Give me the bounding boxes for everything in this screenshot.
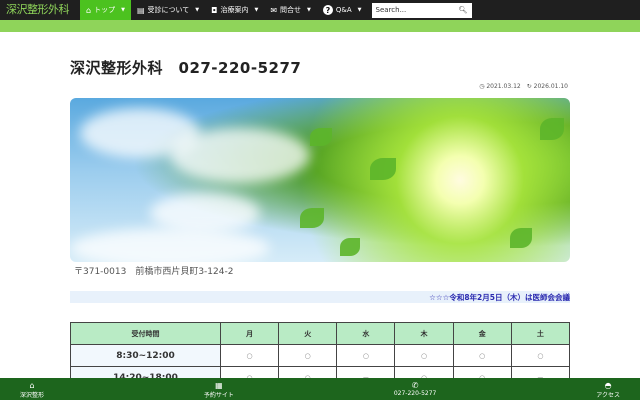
header-cell: 木 [394, 322, 454, 345]
updated-date: ↻ 2026.01.10 [526, 83, 568, 90]
home-icon: ⌂ [29, 381, 35, 390]
hero-image [70, 98, 570, 262]
mail-icon: ✉ [270, 5, 278, 15]
nav-item-treatment[interactable]: ◘ 治療案内 ▼ [205, 0, 264, 20]
nav-item-contact[interactable]: ✉ 問合せ ▼ [264, 0, 317, 20]
search-placeholder: Search... [375, 6, 407, 14]
nav-item-top[interactable]: ⌂ トップ ▼ [80, 0, 131, 20]
nav-item-qa[interactable]: ? Q&A ▼ [317, 0, 368, 20]
search-input[interactable]: Search... 🔍︎ [371, 2, 472, 18]
nav-label: トップ [94, 6, 116, 14]
table-row: 8:30~12:00 ○ ○ ○ ○ ○ ○ [70, 344, 571, 367]
cell: ○ [510, 344, 571, 367]
page-title: 深沢整形外科 027-220-5277 [70, 59, 302, 77]
published-date: ◷ 2021.03.12 [479, 83, 521, 90]
header-cell: 土 [510, 322, 571, 345]
news-ticker[interactable]: ☆☆☆令和8年2月5日（木）は医師会会議 [70, 291, 570, 303]
footer-label: 深沢整形 [20, 392, 45, 399]
caret-down-icon: ▼ [121, 7, 125, 13]
phone-icon: ✆ [411, 381, 419, 390]
car-icon: ◓ [604, 381, 612, 390]
caret-down-icon: ▼ [357, 7, 362, 13]
header-cell: 月 [219, 322, 280, 345]
footer-reservation[interactable]: ▦ 予約サイト [204, 378, 234, 400]
footer-label: 027-220-5277 [393, 390, 437, 397]
caret-down-icon: ▼ [195, 7, 200, 13]
home-icon: ⌂ [86, 5, 92, 15]
cell: ○ [394, 344, 454, 367]
nav-label: Q&A [335, 6, 352, 14]
footer-bar: ⌂ 深沢整形 ▦ 予約サイト ✆ 027-220-5277 ◓ アクセス [0, 378, 640, 400]
address: 〒371-0013 前橋市西片貝町3-124-2 [74, 267, 234, 277]
time-cell: 8:30~12:00 [70, 344, 221, 367]
nav-label: 受診について [147, 6, 190, 14]
question-icon: ? [322, 5, 333, 15]
footer-label: 予約サイト [203, 392, 234, 399]
accent-band [0, 20, 640, 32]
nav-label: 治療案内 [220, 6, 249, 14]
calendar-icon: ▦ [215, 381, 223, 390]
header-cell: 金 [452, 322, 512, 345]
search-icon[interactable]: 🔍︎ [459, 6, 468, 14]
cell: ○ [219, 344, 280, 367]
published-text: 2021.03.12 [486, 83, 521, 90]
top-nav: 深沢整形外科 ⌂ トップ ▼ ▤ 受診について ▼ ◘ 治療案内 ▼ ✉ 問合せ ▼ ? Q&A ▼… [0, 0, 640, 20]
nav-item-consultation[interactable]: ▤ 受診について ▼ [131, 0, 205, 20]
cell: ○ [278, 344, 338, 367]
footer-label: アクセス [596, 392, 620, 399]
caret-down-icon: ▼ [307, 7, 311, 13]
header-cell: 受付時間 [70, 322, 221, 345]
cell: ○ [336, 344, 396, 367]
table-header-row: 受付時間 月 火 水 木 金 土 [70, 322, 571, 345]
header-cell: 火 [278, 322, 338, 345]
cell: ○ [452, 344, 512, 367]
footer-phone[interactable]: ✆ 027-220-5277 [394, 378, 437, 400]
caret-down-icon: ▼ [254, 7, 259, 13]
footer-access[interactable]: ◓ アクセス [596, 378, 620, 400]
bottle-icon: ◘ [211, 5, 218, 15]
ticker-text[interactable]: ☆☆☆令和8年2月5日（木）は医師会会議 [429, 292, 570, 303]
post-dates: ◷ 2021.03.12 ↻ 2026.01.10 [479, 83, 568, 90]
header-cell: 水 [336, 322, 396, 345]
clipboard-icon: ▤ [136, 5, 145, 15]
nav-label: 問合せ [280, 6, 302, 14]
footer-home[interactable]: ⌂ 深沢整形 [20, 378, 44, 400]
site-logo[interactable]: 深沢整形外科 [0, 0, 80, 20]
updated-text: 2026.01.10 [533, 83, 568, 90]
